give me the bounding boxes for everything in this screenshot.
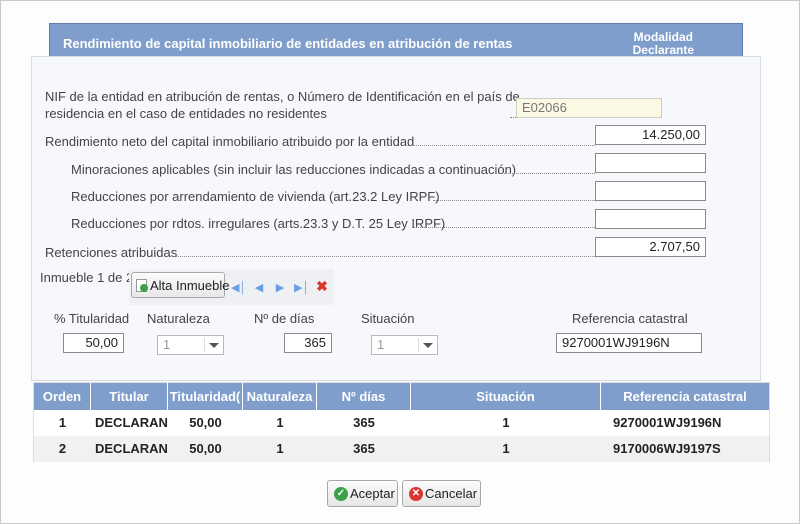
situacion-value: 1 [377, 337, 385, 352]
dias-field[interactable]: 365 [284, 333, 332, 353]
reducciones-vivienda-dots [433, 200, 595, 201]
inmueble-toolbar: Alta Inmueble ◀│ ◀ ▶ ▶│ ✖ [129, 269, 334, 305]
reducciones-irregulares-dots [412, 227, 595, 228]
reducciones-irregulares-label: Reducciones por rdtos. irregulares (arts… [71, 216, 446, 231]
situacion-label: Situación [361, 311, 415, 326]
column-header-orden[interactable]: Orden [34, 383, 91, 410]
rendimiento-field[interactable]: 14.250,00 [595, 125, 706, 145]
column-header-situacion[interactable]: Situación [411, 383, 601, 410]
minoraciones-dots [495, 173, 595, 174]
check-icon: ✓ [334, 487, 348, 501]
last-record-icon[interactable]: ▶│ [294, 282, 309, 294]
referencia-label: Referencia catastral [572, 311, 688, 326]
rendimiento-dots [406, 145, 595, 146]
column-header-titular[interactable]: Titular [91, 383, 168, 410]
titularidad-field[interactable]: 50,00 [63, 333, 124, 353]
cell-dias: 365 [353, 415, 375, 430]
column-header-dias[interactable]: Nº días [317, 383, 411, 410]
nif-field[interactable]: E02066 [516, 98, 662, 118]
reducciones-vivienda-field[interactable] [595, 181, 706, 201]
column-header-naturaleza[interactable]: Naturaleza [243, 383, 317, 410]
column-header-titularidad[interactable]: Titularidad( [168, 383, 243, 410]
cell-orden: 1 [58, 415, 67, 430]
table-row[interactable]: 1 DECLARANTE 50,00 1 365 1 9270001WJ9196… [34, 410, 769, 436]
cancel-button[interactable]: ✕ Cancelar [402, 480, 481, 507]
delete-record-icon[interactable]: ✖ [316, 279, 328, 293]
nif-label-line1: NIF de la entidad en atribución de renta… [45, 89, 520, 104]
inmuebles-table: Orden Titular Titularidad( Naturaleza Nº… [33, 382, 770, 462]
close-icon: ✕ [409, 487, 423, 501]
column-header-referencia[interactable]: Referencia catastral [601, 383, 769, 410]
dialog-window: Rendimiento de capital inmobiliario de e… [0, 0, 800, 524]
cell-situacion: 1 [502, 415, 510, 430]
retenciones-label: Retenciones atribuidas [45, 245, 178, 260]
dias-label: Nº de días [254, 311, 315, 326]
cell-titular: DECLARANTE [95, 415, 168, 430]
table-header: Orden Titular Titularidad( Naturaleza Nº… [34, 383, 769, 410]
retenciones-dots [172, 256, 595, 257]
dialog-title: Rendimiento de capital inmobiliario de e… [63, 36, 513, 51]
accept-button[interactable]: ✓ Aceptar [327, 480, 398, 507]
referencia-field[interactable]: 9270001WJ9196N [556, 333, 702, 353]
alta-inmueble-button[interactable]: Alta Inmueble [131, 272, 230, 298]
modality-label: Modalidad Declarante [633, 31, 694, 57]
cell-naturaleza: 1 [276, 415, 284, 430]
cell-titularidad: 50,00 [189, 415, 222, 430]
naturaleza-value: 1 [163, 337, 171, 352]
accept-label: Aceptar [350, 486, 395, 501]
first-record-icon[interactable]: ◀│ [231, 282, 246, 294]
table-row[interactable]: 2 DECLARANTE 50,00 1 365 1 9170006WJ9197… [34, 436, 769, 462]
chevron-down-icon [209, 343, 219, 348]
minoraciones-label: Minoraciones aplicables (sin incluir las… [71, 162, 517, 177]
cell-situacion: 1 [502, 441, 510, 456]
reducciones-irregulares-field[interactable] [595, 209, 706, 229]
cancel-label: Cancelar [425, 486, 478, 501]
add-document-icon [136, 279, 148, 292]
titularidad-label: % Titularidad [54, 311, 130, 326]
cell-referencia: 9270001WJ9196N [613, 415, 722, 430]
cell-orden: 2 [58, 441, 67, 456]
reducciones-vivienda-label: Reducciones por arrendamiento de viviend… [71, 189, 440, 204]
cell-dias: 365 [353, 441, 375, 456]
prev-record-icon[interactable]: ◀ [253, 282, 265, 294]
minoraciones-field[interactable] [595, 153, 706, 173]
alta-inmueble-label: Alta Inmueble [150, 278, 230, 293]
naturaleza-select[interactable]: 1 [157, 335, 224, 355]
rendimiento-label: Rendimiento neto del capital inmobiliari… [45, 134, 415, 149]
cell-naturaleza: 1 [276, 441, 284, 456]
cell-referencia: 9170006WJ9197S [613, 441, 721, 456]
naturaleza-label: Naturaleza [147, 311, 210, 326]
chevron-down-icon [423, 343, 433, 348]
nif-label-line2: residencia en el caso de entidades no re… [45, 106, 327, 121]
cell-titularidad: 50,00 [189, 441, 222, 456]
situacion-select[interactable]: 1 [371, 335, 438, 355]
retenciones-field[interactable]: 2.707,50 [595, 237, 706, 257]
next-record-icon[interactable]: ▶ [274, 282, 286, 294]
cell-titular: DECLARANTE [95, 441, 168, 456]
inmueble-counter: Inmueble 1 de 2 [40, 270, 134, 285]
